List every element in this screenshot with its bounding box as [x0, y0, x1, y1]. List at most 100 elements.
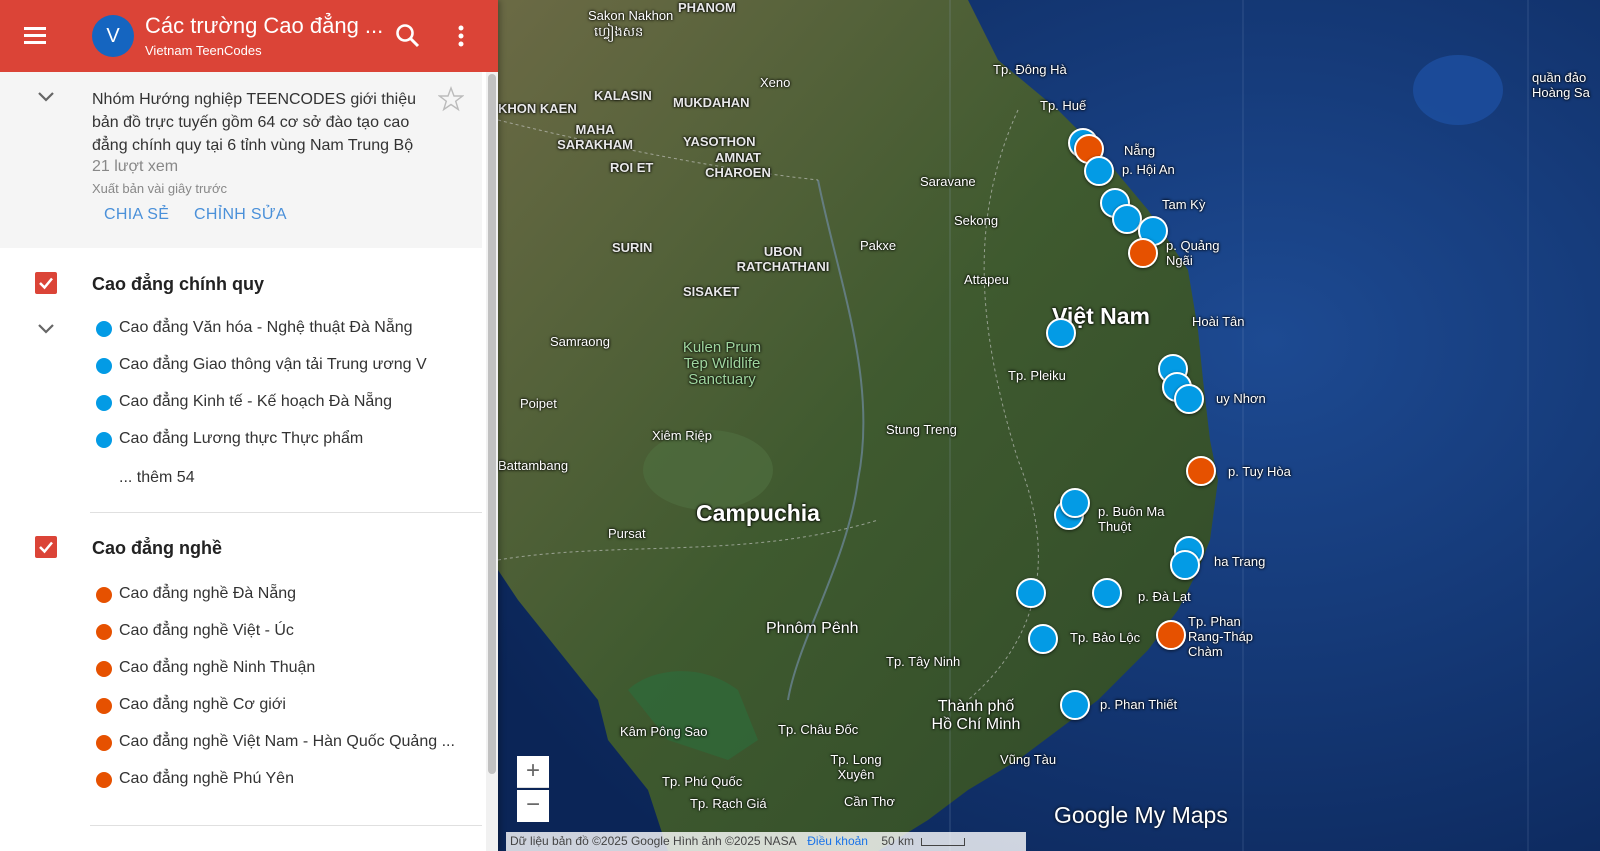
map-label: Tp. Pleiku [1008, 368, 1066, 383]
school-pin[interactable] [1170, 550, 1200, 580]
checkmark-icon [39, 277, 53, 290]
map-label: Battambang [498, 458, 569, 473]
map-label: p. Tuy Hòa [1228, 464, 1291, 479]
map-label: Nẵng [1124, 143, 1156, 158]
map-label: PHANOM [678, 0, 736, 15]
map-title: Các trường Cao đẳng ... [145, 13, 384, 38]
share-button[interactable]: CHIA SẺ [104, 206, 169, 224]
map-label: Attapeu [964, 272, 1009, 287]
zoom-out-button[interactable]: − [517, 790, 549, 822]
search-icon[interactable] [394, 22, 422, 50]
map-label: quần đảo Hoàng Sa [1532, 70, 1590, 100]
map-label: Vũng Tàu [1000, 752, 1057, 767]
list-item[interactable]: Cao đẳng Giao thông vận tải Trung ương V [0, 351, 482, 381]
map-label: Tp. Phan Rang-Tháp Chàm [1188, 614, 1254, 659]
list-item-label: Cao đẳng nghề Đà Nẵng [119, 585, 297, 602]
map-label: Kâm Pông Sao [620, 724, 708, 739]
map-label: Stung Treng [886, 422, 957, 437]
layer-header-regular: Cao đẳng chính quy [0, 264, 482, 304]
list-item[interactable]: Cao đẳng nghề Đà Nẵng [0, 580, 482, 610]
star-icon[interactable] [438, 86, 464, 112]
map-label: Tp. Bảo Lộc [1070, 630, 1141, 645]
map-label: Poipet [520, 396, 557, 411]
header-bar: V Các trường Cao đẳng ... Vietnam TeenCo… [0, 0, 498, 72]
list-item[interactable]: Cao đẳng nghề Cơ giới [0, 691, 482, 721]
edit-button[interactable]: CHỈNH SỬA [194, 206, 287, 224]
map-canvas[interactable]: PHANOM Sakon Nakhon ហ្វៀងសន Xeno KALASIN… [498, 0, 1600, 851]
map-label: Phnôm Pênh [766, 620, 859, 637]
publish-status: Xuất bản vài giây trước [92, 181, 228, 196]
google-my-maps-logo: Google My Maps [1054, 802, 1228, 828]
chevron-down-icon[interactable] [36, 90, 56, 104]
list-item[interactable]: Cao đẳng nghề Phú Yên [0, 765, 482, 795]
map-label: Sekong [954, 213, 999, 228]
scrollbar-thumb[interactable] [488, 74, 496, 774]
map-label: KALASIN [594, 88, 652, 103]
map-label: Saravane [920, 174, 976, 189]
map-label: Pursat [608, 526, 646, 541]
school-icon [96, 432, 112, 448]
school-pin[interactable] [1084, 156, 1114, 186]
layer-checkbox[interactable] [35, 536, 57, 558]
map-label: Pakxe [860, 238, 897, 253]
side-panel: V Các trường Cao đẳng ... Vietnam TeenCo… [0, 0, 498, 851]
map-label: p. Buôn Ma Thuột [1098, 504, 1165, 534]
list-item-label: Cao đẳng nghề Cơ giới [119, 696, 286, 713]
school-icon [96, 358, 112, 374]
map-label: Tp. Huế [1040, 98, 1087, 113]
map-label: ហ្វៀងសន [594, 24, 644, 39]
map-label: p. Đà Lạt [1138, 589, 1191, 604]
map-label: Tp. Châu Đốc [778, 722, 859, 737]
map-label: AMNAT CHAROEN [705, 150, 771, 180]
scale-label: 50 km [881, 834, 915, 848]
layer-checkbox[interactable] [35, 272, 57, 294]
school-pin[interactable] [1046, 318, 1076, 348]
more-vert-icon[interactable] [452, 22, 470, 50]
school-pin[interactable] [1016, 578, 1046, 608]
terms-link[interactable]: Điều khoản [807, 834, 868, 848]
description-text: Nhóm Hướng nghiệp TEENCODES giới thiệu b… [92, 91, 416, 154]
map-label: Cần Thơ [844, 794, 895, 809]
map-label: Thành phố Hồ Chí Minh [931, 698, 1021, 733]
map-label: KHON KAEN [498, 101, 577, 116]
map-label: MUKDAHAN [673, 95, 750, 110]
school-pin[interactable] [1128, 238, 1158, 268]
more-items-link[interactable]: ... thêm 54 [119, 469, 195, 487]
list-item[interactable]: Cao đẳng nghề Việt - Úc [0, 617, 482, 647]
school-pin[interactable] [1092, 578, 1122, 608]
map-label: Hoài Tân [1192, 314, 1245, 329]
school-pin[interactable] [1156, 620, 1186, 650]
list-item-label: Cao đẳng Văn hóa - Nghệ thuật Đà Nẵng [119, 319, 413, 336]
school-pin[interactable] [1028, 624, 1058, 654]
divider [90, 825, 482, 826]
map-label: Kulen Prum Tep Wildlife Sanctuary [682, 339, 762, 388]
map-label: p. Phan Thiết [1100, 697, 1178, 712]
zoom-in-button[interactable]: + [517, 756, 549, 788]
divider [90, 512, 482, 513]
list-item[interactable]: Cao đẳng Kinh tế - Kế hoạch Đà Nẵng [0, 388, 482, 418]
scrollbar[interactable] [486, 72, 498, 851]
view-count: 21 lượt xem [92, 158, 179, 175]
school-icon [96, 624, 112, 640]
school-pin[interactable] [1174, 384, 1204, 414]
map-label: p. Hội An [1122, 162, 1175, 177]
map-label: Tam Kỳ [1162, 197, 1206, 212]
school-pin[interactable] [1060, 690, 1090, 720]
list-item[interactable]: Cao đẳng Lương thực Thực phẩm [0, 425, 482, 455]
school-icon [96, 395, 112, 411]
school-pin[interactable] [1186, 456, 1216, 486]
list-item-label: Cao đẳng Giao thông vận tải Trung ương V [119, 356, 427, 373]
school-icon [96, 735, 112, 751]
school-pin[interactable] [1060, 488, 1090, 518]
map-label: p. Quảng Ngãi [1166, 238, 1220, 268]
avatar[interactable]: V [92, 15, 134, 57]
map-label: Xiêm Riệp [652, 428, 712, 443]
map-label: SURIN [612, 240, 653, 255]
list-item[interactable]: Cao đẳng nghề Ninh Thuận [0, 654, 482, 684]
list-item[interactable]: Cao đẳng Văn hóa - Nghệ thuật Đà Nẵng [0, 314, 482, 344]
list-item-label: Cao đẳng nghề Phú Yên [119, 770, 294, 787]
menu-icon[interactable] [22, 24, 50, 46]
list-item[interactable]: Cao đẳng nghề Việt Nam - Hàn Quốc Quảng … [0, 728, 482, 758]
map-label: SISAKET [683, 284, 740, 299]
attribution-text: Dữ liệu bản đồ ©2025 Google Hình ảnh ©20… [510, 834, 796, 848]
